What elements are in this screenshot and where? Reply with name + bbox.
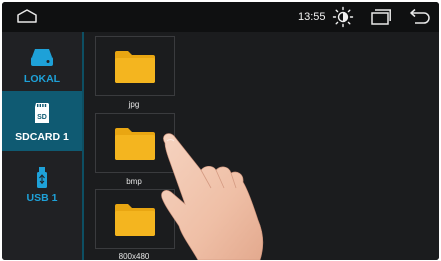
- sd-card-icon: SD: [2, 99, 82, 127]
- status-bar: 13:55: [2, 2, 439, 32]
- svg-text:SD: SD: [37, 114, 47, 121]
- folder-label: bmp: [126, 177, 142, 186]
- folder-icon: [115, 128, 155, 160]
- folder-icon: [115, 204, 155, 236]
- folder-label: 800x480: [118, 252, 150, 260]
- folder-grid: jpg bmp 800x480: [84, 32, 439, 260]
- status-time: 13:55: [298, 11, 326, 23]
- folder-item-jpg[interactable]: [95, 36, 175, 96]
- recent-apps-icon[interactable]: [370, 8, 392, 31]
- hard-drive-icon: [2, 43, 82, 71]
- sidebar-item-sdcard[interactable]: SD SDCARD 1: [2, 91, 82, 151]
- folder-item-bmp[interactable]: [95, 113, 175, 173]
- screen: 13:55 LOKAL SD SDCARD 1 USB 1 jpg bmp 80…: [2, 2, 439, 260]
- sidebar-item-label: LOKAL: [23, 73, 61, 85]
- folder-label: jpg: [128, 100, 140, 109]
- folder-icon: [115, 51, 155, 83]
- storage-sidebar: LOKAL SD SDCARD 1 USB 1: [2, 32, 84, 260]
- sidebar-item-usb[interactable]: USB 1: [2, 156, 82, 214]
- sidebar-item-label: USB 1: [26, 192, 58, 204]
- back-icon[interactable]: [407, 8, 431, 31]
- brightness-icon[interactable]: [332, 6, 354, 33]
- usb-drive-icon: [2, 164, 82, 192]
- sidebar-item-label: SDCARD 1: [15, 131, 69, 143]
- folder-item-800x480[interactable]: [95, 189, 175, 249]
- sidebar-item-lokal[interactable]: LOKAL: [2, 35, 82, 93]
- home-icon[interactable]: [16, 8, 38, 29]
